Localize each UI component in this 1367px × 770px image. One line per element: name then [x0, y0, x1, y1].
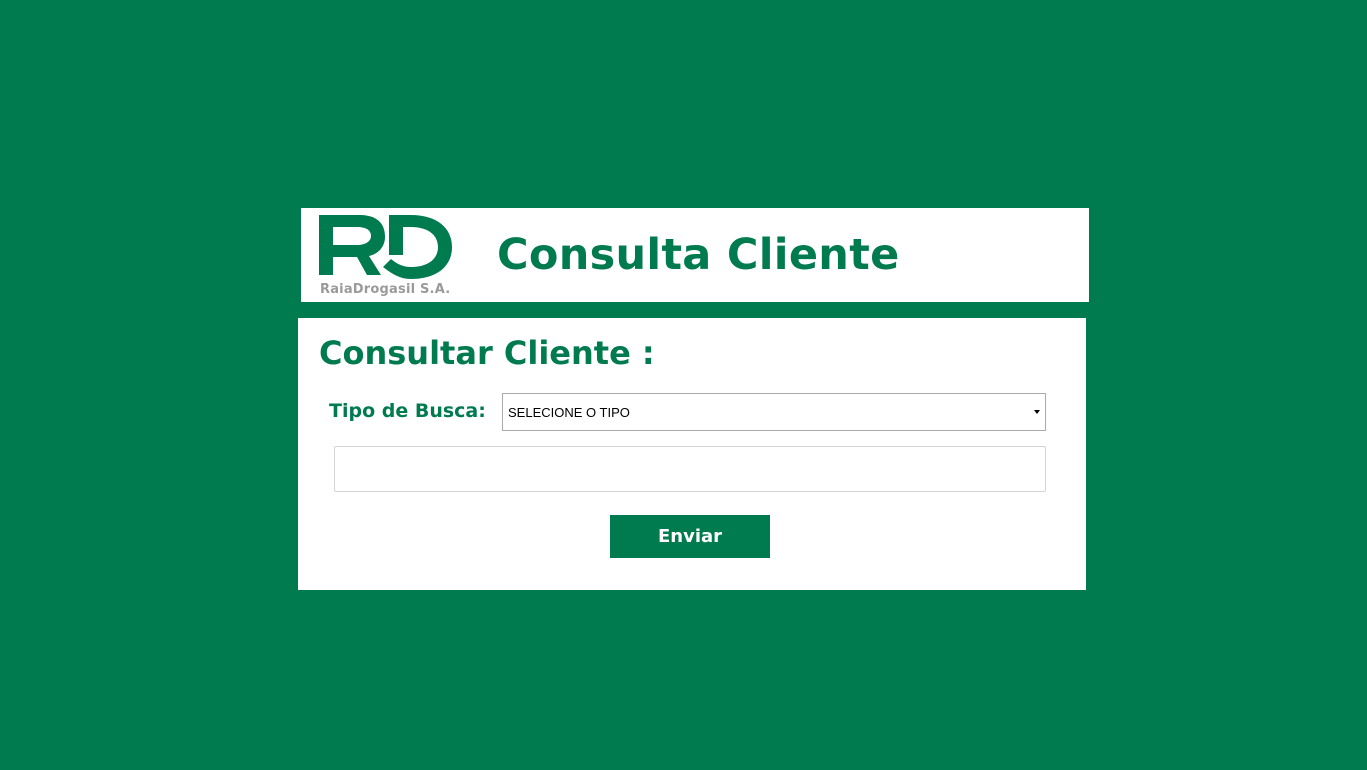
- page-title: Consulta Cliente: [497, 230, 900, 280]
- section-title: Consultar Cliente :: [319, 334, 655, 372]
- header-card: RaiaDrogasil S.A. Consulta Cliente: [301, 208, 1089, 302]
- search-type-label: Tipo de Busca:: [329, 400, 486, 422]
- raiadrogasil-logo: RaiaDrogasil S.A.: [319, 213, 455, 301]
- submit-button[interactable]: Enviar: [610, 515, 770, 558]
- search-form-card: Consultar Cliente : Tipo de Busca: SELEC…: [298, 318, 1086, 590]
- chevron-down-icon: [1034, 410, 1040, 414]
- search-value-input[interactable]: [334, 446, 1046, 492]
- logo-caption: RaiaDrogasil S.A.: [320, 282, 451, 297]
- rd-logo-mark-icon: [319, 215, 452, 279]
- search-type-select[interactable]: SELECIONE O TIPO: [502, 393, 1046, 431]
- search-type-selected-value: SELECIONE O TIPO: [508, 405, 630, 420]
